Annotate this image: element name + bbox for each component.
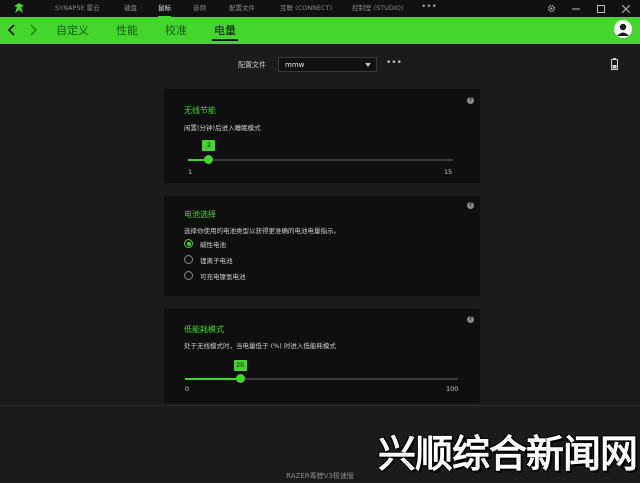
close-icon [622, 4, 630, 13]
radio-label: 碱性电池 [200, 240, 226, 249]
low-power-card: 低能耗模式 处于无线模式时，当电量低于 (%) 时进入低能耗模式 ? 20 0 … [164, 309, 480, 403]
low-power-card-description: 处于无线模式时，当电量低于 (%) 时进入低能耗模式 [184, 342, 336, 350]
tab-power[interactable]: 电量 [212, 17, 238, 44]
profile-label: 配置文件 [238, 61, 266, 69]
slider-fill [185, 378, 240, 380]
slider-min-label: 0 [185, 385, 190, 393]
low-power-slider[interactable]: 20 [185, 360, 458, 385]
battery-option-lithium[interactable]: 锂离子电池 [184, 254, 233, 265]
slider-value-bubble: 20 [233, 360, 247, 371]
slider-track [188, 159, 453, 161]
sleep-slider[interactable]: 2 [188, 140, 453, 166]
watermark: 兴顺综合新闻网 [378, 432, 638, 476]
slider-max-label: 100 [446, 385, 459, 393]
battery-option-alkaline[interactable]: 碱性电池 [184, 238, 226, 249]
profile-selected-value: mmw [285, 61, 305, 69]
tab-calibration[interactable]: 校准 [165, 17, 187, 44]
sleep-card-description: 闲置(分钟)后进入睡眠模式 [184, 124, 261, 132]
nav-mouse[interactable]: 鼠标 [158, 0, 171, 17]
minimize-button[interactable] [566, 0, 586, 17]
nav-connect[interactable]: 互联 (CONNECT) [280, 0, 332, 17]
radio-button[interactable] [184, 239, 193, 248]
slider-min-label: 1 [188, 168, 193, 176]
battery-card: 电池选择 选择你使用的电池类型以获得更准确的电池电量指示。 ? 碱性电池 锂离子… [164, 196, 480, 296]
battery-icon [611, 58, 618, 70]
nav-keyboard[interactable]: 键盘 [124, 0, 137, 17]
nav-audio[interactable]: 音频 [193, 0, 206, 17]
gear-icon [547, 4, 555, 13]
help-icon[interactable]: ? [467, 202, 474, 209]
title-bar: SYNAPSE 雷云 键盘 鼠标 音频 配置文件 互联 (CONNECT) 控制… [0, 0, 640, 17]
back-arrow-icon[interactable] [6, 24, 18, 36]
low-power-card-title: 低能耗模式 [184, 325, 224, 334]
battery-option-nimh[interactable]: 可充电镍氢电池 [184, 270, 246, 281]
account-avatar-icon[interactable] [614, 20, 632, 38]
nav-synapse[interactable]: SYNAPSE 雷云 [55, 0, 100, 17]
maximize-icon [597, 4, 605, 13]
battery-card-title: 电池选择 [184, 210, 216, 219]
slider-thumb[interactable] [235, 374, 245, 383]
radio-button[interactable] [184, 255, 193, 264]
slider-max-label: 15 [444, 168, 453, 176]
user-icon [617, 23, 629, 36]
tab-performance[interactable]: 性能 [116, 17, 138, 44]
close-button[interactable] [616, 0, 636, 17]
nav-profiles[interactable]: 配置文件 [229, 0, 255, 17]
sleep-card: 无线节能 闲置(分钟)后进入睡眠模式 ? 2 1 15 [164, 89, 480, 183]
maximize-button[interactable] [591, 0, 611, 17]
battery-card-description: 选择你使用的电池类型以获得更准确的电池电量指示。 [184, 227, 340, 235]
profile-dropdown[interactable]: mmw [278, 57, 377, 72]
slider-value-bubble: 2 [202, 140, 216, 151]
radio-label: 可充电镍氢电池 [200, 272, 246, 281]
nav-more-button[interactable]: ••• [421, 0, 437, 17]
help-icon[interactable]: ? [467, 97, 474, 104]
profile-more-button[interactable]: ••• [386, 58, 402, 68]
nav-studio[interactable]: 控制室 (STUDIO) [352, 0, 404, 17]
help-icon[interactable]: ? [467, 316, 474, 323]
radio-button[interactable] [184, 271, 193, 280]
footer-divider [0, 405, 640, 406]
sleep-card-title: 无线节能 [184, 106, 216, 115]
sub-nav-bar: 自定义 性能 校准 电量 [0, 17, 640, 44]
slider-thumb[interactable] [204, 155, 214, 164]
radio-label: 锂离子电池 [200, 256, 233, 265]
razer-logo-icon[interactable] [12, 2, 26, 15]
settings-button[interactable] [541, 0, 561, 17]
forward-arrow-icon[interactable] [27, 24, 39, 36]
tab-customize[interactable]: 自定义 [56, 17, 89, 44]
chevron-down-icon [365, 63, 371, 67]
minimize-icon [572, 8, 580, 9]
